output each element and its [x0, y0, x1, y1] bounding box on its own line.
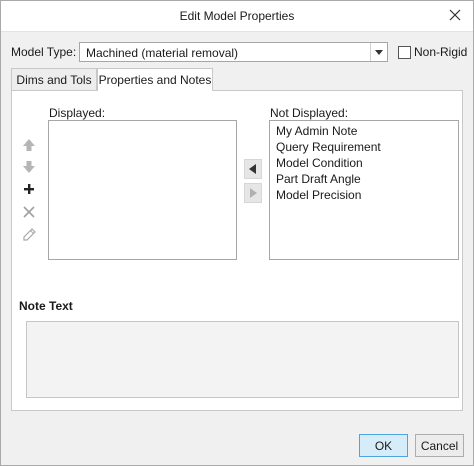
note-text-label: Note Text	[19, 299, 73, 313]
note-text-area[interactable]	[26, 321, 459, 398]
list-item[interactable]: Model Condition	[276, 156, 363, 170]
model-type-dropdown[interactable]: Machined (material removal)	[79, 42, 388, 62]
pencil-icon[interactable]	[21, 227, 37, 243]
dropdown-button[interactable]	[370, 43, 387, 61]
list-item[interactable]: Query Requirement	[276, 140, 381, 154]
dialog-title: Edit Model Properties	[179, 9, 295, 23]
move-to-displayed-button[interactable]	[244, 159, 262, 179]
ok-label: OK	[374, 439, 393, 453]
cancel-button[interactable]: Cancel	[415, 434, 464, 457]
model-type-label: Model Type:	[11, 45, 77, 59]
ok-button[interactable]: OK	[359, 434, 408, 457]
arrow-down-icon[interactable]	[21, 159, 37, 175]
list-item[interactable]: Part Draft Angle	[276, 172, 361, 186]
list-item[interactable]: Model Precision	[276, 188, 361, 202]
list-item[interactable]: My Admin Note	[276, 124, 357, 138]
plus-icon[interactable]	[21, 181, 37, 197]
arrow-up-icon[interactable]	[21, 137, 37, 153]
not-displayed-label: Not Displayed:	[270, 106, 349, 120]
tab-properties-and-notes[interactable]: Properties and Notes	[97, 68, 213, 91]
x-icon[interactable]	[21, 204, 37, 220]
cancel-label: Cancel	[420, 439, 459, 453]
tab-label: Properties and Notes	[98, 73, 212, 87]
displayed-label: Displayed:	[49, 106, 106, 120]
chevron-down-icon	[375, 50, 383, 55]
non-rigid-checkbox[interactable]	[398, 46, 411, 59]
model-type-value: Machined (material removal)	[86, 46, 239, 60]
title-bar: Edit Model Properties	[1, 1, 473, 32]
tab-label: Dims and Tols	[16, 73, 92, 87]
triangle-left-icon	[249, 164, 256, 174]
triangle-right-icon	[250, 188, 257, 198]
displayed-list[interactable]	[48, 120, 237, 260]
move-to-not-displayed-button[interactable]	[244, 183, 262, 203]
non-rigid-label: Non-Rigid	[414, 45, 468, 59]
close-icon[interactable]	[447, 7, 463, 23]
not-displayed-list[interactable]: My Admin Note Query Requirement Model Co…	[269, 120, 459, 260]
edit-model-properties-dialog: Edit Model Properties Model Type: Machin…	[0, 0, 474, 466]
tab-dims-and-tols[interactable]: Dims and Tols	[11, 68, 97, 90]
